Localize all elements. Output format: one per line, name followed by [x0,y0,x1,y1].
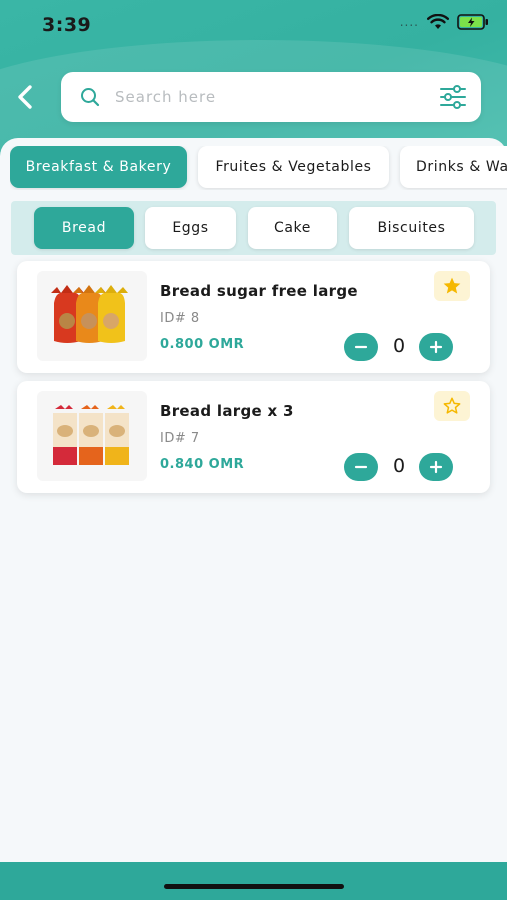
increase-quantity-button[interactable] [419,333,453,361]
status-time: 3:39 [42,14,92,36]
plus-icon [429,340,443,354]
favorite-button[interactable] [434,271,470,301]
content-area: Breakfast & Bakery Fruites & Vegetables … [0,138,507,868]
product-id: ID# 7 [160,431,200,446]
minus-icon [354,465,368,469]
back-button[interactable] [10,80,40,114]
quantity-value: 0 [392,455,406,477]
subcategory-label: Eggs [172,220,209,236]
home-indicator[interactable] [164,884,344,889]
status-icons: .... [400,14,489,30]
product-card[interactable]: Bread sugar free large ID# 8 0.800 OMR 0 [17,261,490,373]
sliders-icon[interactable] [439,84,467,110]
product-name: Bread sugar free large [160,282,358,300]
status-bar: 3:39 .... [0,0,507,50]
product-id: ID# 8 [160,311,200,326]
category-label: Breakfast & Bakery [25,159,172,175]
battery-icon [457,14,488,30]
minus-icon [354,345,368,349]
subcategory-label: Biscuites [377,220,446,236]
bread-bags-image [51,285,128,343]
category-tabs: Breakfast & Bakery Fruites & Vegetables … [10,146,507,190]
bread-bags-image [53,405,129,465]
subcategory-tab-biscuites[interactable]: Biscuites [349,207,474,249]
product-image [37,391,147,481]
search-input[interactable] [115,84,415,110]
chevron-left-icon [18,85,32,109]
decrease-quantity-button[interactable] [344,453,378,481]
product-image [37,271,147,361]
search-icon [81,88,100,107]
subcategory-label: Bread [61,220,107,236]
star-outline-icon [443,397,461,414]
category-tab-drinks[interactable]: Drinks & Wa [400,146,507,188]
category-label: Fruites & Vegetables [215,159,372,175]
subcategory-label: Cake [274,220,311,236]
plus-icon [429,460,443,474]
favorite-button[interactable] [434,391,470,421]
wifi-icon [427,14,449,29]
quantity-value: 0 [392,335,406,357]
increase-quantity-button[interactable] [419,453,453,481]
category-label: Drinks & Wa [416,159,507,175]
subcategory-bar: Bread Eggs Cake Biscuites [11,201,496,255]
search-box[interactable] [61,72,481,122]
subcategory-tab-eggs[interactable]: Eggs [145,207,236,249]
category-tab-breakfast-bakery[interactable]: Breakfast & Bakery [10,146,187,188]
product-card[interactable]: Bread large x 3 ID# 7 0.840 OMR 0 [17,381,490,493]
signal-dots: .... [399,15,419,29]
subcategory-tab-bread[interactable]: Bread [34,207,134,249]
product-price: 0.800 OMR [160,337,245,352]
product-price: 0.840 OMR [160,457,245,472]
subcategory-tab-cake[interactable]: Cake [248,207,337,249]
category-tab-fruites-vegetables[interactable]: Fruites & Vegetables [198,146,389,188]
product-name: Bread large x 3 [160,402,294,420]
star-filled-icon [443,277,461,294]
decrease-quantity-button[interactable] [344,333,378,361]
bottom-bar [0,862,507,900]
